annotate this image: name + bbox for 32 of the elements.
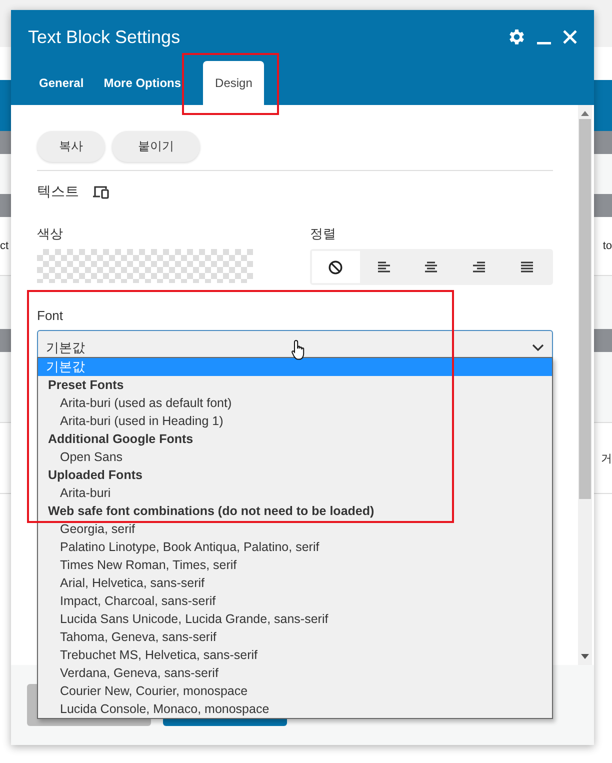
page-text: ct [0, 240, 9, 252]
tab[interactable]: General [29, 61, 94, 105]
dropdown-option[interactable]: Lucida Console, Monaco, monospace [38, 700, 552, 718]
field-label: Font [37, 308, 64, 323]
dropdown-option[interactable]: Arita-buri (used as default font) [38, 394, 552, 412]
tab[interactable]: More Options [94, 61, 192, 105]
dropdown-option[interactable]: Lucida Sans Unicode, Lucida Grande, sans-serif [38, 610, 552, 628]
option-group-label: Preset Fonts [47, 377, 125, 394]
page-text: 거 [601, 452, 612, 466]
dropdown-option[interactable]: Tahoma, Geneva, sans-serif [38, 628, 552, 646]
dropdown-option[interactable]: Palatino Linotype, Book Antiqua, Palatino, serif [38, 538, 552, 556]
dropdown-option[interactable]: Impact, Charcoal, sans-serif [38, 592, 552, 610]
dropdown-option[interactable]: Trebuchet MS, Helvetica, sans-serif [38, 646, 552, 664]
dropdown-option[interactable]: Arial, Helvetica, sans-serif [38, 574, 552, 592]
dropdown-option[interactable]: Verdana, Geneva, sans-serif [38, 664, 552, 682]
option-group-label: Additional Google Fonts [47, 431, 194, 448]
dropdown-option[interactable]: Georgia, serif [38, 520, 552, 538]
tab[interactable]: Design [203, 61, 264, 105]
dropdown-option[interactable]: Times New Roman, Times, serif [38, 556, 552, 574]
action-button[interactable]: 복사 [37, 131, 105, 162]
option-group-label: Uploaded Fonts [47, 467, 144, 484]
dropdown-option[interactable]: Open Sans [38, 448, 552, 466]
page-text: to [602, 240, 612, 252]
dropdown-option[interactable]: Arita-buri (used in Heading 1) [38, 412, 552, 430]
field-label: 정렬 [310, 225, 337, 243]
dropdown-option[interactable]: Arita-buri [38, 484, 552, 502]
field-label: 색상 [37, 225, 64, 243]
section-title: 텍스트 [37, 183, 79, 201]
option-group-label: Web safe font combinations (do not need to be loaded) [47, 503, 376, 520]
action-button[interactable]: 붙이기 [112, 131, 200, 162]
window-title: Text Block Settings [28, 26, 180, 48]
dropdown-option[interactable]: Courier New, Courier, monospace [38, 682, 552, 700]
